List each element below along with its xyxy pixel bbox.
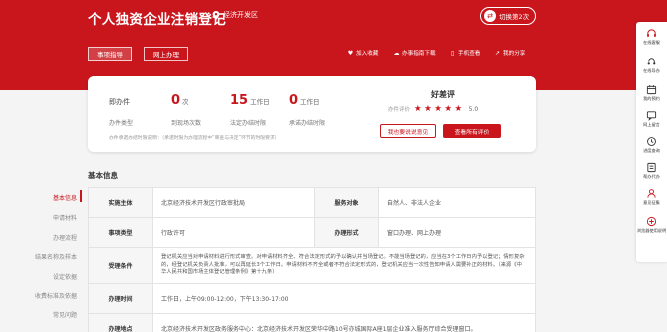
browser-icon xyxy=(646,216,657,227)
calendar-icon xyxy=(646,85,657,95)
float-item-guide[interactable]: 在线导办 xyxy=(636,56,667,73)
legal-limit-label: 法定办结时限 xyxy=(230,120,267,127)
legal-limit-number: 15 xyxy=(230,93,249,108)
tab-fees[interactable]: 收费标准及依据 xyxy=(35,291,77,300)
location-selector[interactable]: 经济开发区 xyxy=(212,10,258,20)
table-value: 北京经济技术开发区政务服务中心：北京经济技术开发区荣华中路10号亦城国际A座1层… xyxy=(152,313,536,332)
star-rating-icon: ★★★★★ xyxy=(414,104,465,114)
message-icon xyxy=(646,111,657,121)
section-title: 基本信息 xyxy=(88,171,118,180)
favorite-label: 加入收藏 xyxy=(356,51,379,57)
table-value: 工作日，上午09:00-12:00，下午13:30-17:00 xyxy=(152,283,536,314)
tab-result-sample[interactable]: 结果名称及样本 xyxy=(35,252,77,261)
view-evaluations-button[interactable]: 查看所有评价 xyxy=(443,124,501,138)
headset-icon xyxy=(647,29,656,37)
phone-icon: ▯ xyxy=(450,49,455,57)
evaluation-rating: 办件评价 ★★★★★ 5.0 xyxy=(388,104,478,114)
float-label: 浏览器使用说明 xyxy=(636,228,667,233)
visit-count-label: 到现场次数 xyxy=(171,120,202,127)
float-label: 网上留言 xyxy=(643,122,660,127)
table-row: 办理地点 北京经济技术开发区政务服务中心：北京经济技术开发区荣华中路10号亦城国… xyxy=(88,313,536,332)
tab-process[interactable]: 办理流程 xyxy=(53,233,77,242)
mobile-view-label: 手机查看 xyxy=(458,51,481,57)
table-value: 窗口办理、网上办理 xyxy=(378,217,536,248)
table-value: 北京经济技术开发区行政审批局 xyxy=(152,187,315,218)
summary-card: 即办件 办件类型 0 次 到现场次数 15 工作日 法定办结时限 0 工作日 承… xyxy=(88,76,536,152)
progress-icon xyxy=(647,137,656,146)
float-item-appointment[interactable]: 我的预约 xyxy=(636,84,667,101)
switch-label: 切换第2次 xyxy=(499,13,530,21)
tab-faq[interactable]: 常见问题 xyxy=(53,310,77,319)
download-guide-label: 办事指南下载 xyxy=(402,51,436,57)
table-key: 实施主体 xyxy=(88,187,153,218)
table-key: 服务对象 xyxy=(314,187,379,218)
side-tabs: 基本信息 申请材料 办理流程 结果名称及样本 设定依据 收费标准及依据 常见问题 xyxy=(0,187,82,327)
evaluation-score: 5.0 xyxy=(468,105,479,113)
table-key: 办理地点 xyxy=(88,313,153,332)
float-item-message[interactable]: 网上留言 xyxy=(636,110,667,127)
time-limit-note: 办件承诺办结时限说明：（承诺时限为办理流程中“审查与决定”环节的时限要求） xyxy=(109,136,280,141)
cloud-icon: ☁ xyxy=(393,49,400,57)
online-apply-button[interactable]: 网上办理 xyxy=(144,47,188,61)
table-key: 办理形式 xyxy=(314,217,379,248)
evaluation-label: 办件评价 xyxy=(388,107,411,113)
guide-icon xyxy=(647,58,656,65)
float-toolbar: 在线客服 在线导办 我的预约 网上留言 进度查询 帮办代办 意见征集 浏览器使用… xyxy=(636,22,667,262)
location-pin-icon xyxy=(212,10,220,20)
float-item-help[interactable]: 帮办代办 xyxy=(636,162,667,179)
float-label: 在线导办 xyxy=(643,68,660,73)
tab-materials[interactable]: 申请材料 xyxy=(53,213,77,222)
float-item-feedback[interactable]: 意见征集 xyxy=(636,188,667,205)
tab-basic-info[interactable]: 基本信息 xyxy=(53,193,77,202)
tab-legal-basis[interactable]: 设定依据 xyxy=(53,272,77,281)
promise-limit-label: 承诺办结时限 xyxy=(289,120,326,127)
float-item-customer-service[interactable]: 在线客服 xyxy=(636,28,667,45)
table-key: 事项类型 xyxy=(88,217,153,248)
evaluation-title: 好差评 xyxy=(431,90,455,99)
table-value: 行政许可 xyxy=(152,217,315,248)
float-label: 我的预约 xyxy=(643,96,660,101)
guide-button[interactable]: 事项指导 xyxy=(88,47,132,61)
float-label: 进度查询 xyxy=(643,148,660,153)
share-link[interactable]: ↗ 我的分享 xyxy=(494,49,526,58)
promise-limit-unit: 工作日 xyxy=(300,98,320,106)
table-row: 受理条件 登记机关应当对申请材料进行形式审查。对申请材料齐全、符合法定形式的予以… xyxy=(88,247,536,284)
float-item-progress[interactable]: 进度查询 xyxy=(636,136,667,153)
legal-limit-unit: 工作日 xyxy=(250,98,270,106)
promise-limit: 0 工作日 xyxy=(289,93,320,108)
table-row: 事项类型 行政许可 办理形式 窗口办理、网上办理 xyxy=(88,217,536,248)
float-label: 意见征集 xyxy=(643,200,660,205)
case-type-value: 即办件 xyxy=(109,98,130,106)
suggest-button[interactable]: 我也要说说意见 xyxy=(380,124,436,138)
table-row: 办理时间 工作日，上午09:00-12:00，下午13:30-17:00 xyxy=(88,283,536,314)
location-label: 经济开发区 xyxy=(223,11,258,19)
promise-limit-number: 0 xyxy=(289,93,299,108)
visit-count-number: 0 xyxy=(171,93,181,108)
table-key: 受理条件 xyxy=(88,247,153,284)
float-label: 帮办代办 xyxy=(643,174,660,179)
table-value: 登记机关应当对申请材料进行形式审查。对申请材料齐全、符合法定形式的予以确认并当场… xyxy=(152,247,536,284)
float-label: 在线客服 xyxy=(643,40,660,45)
case-type-label: 办件类型 xyxy=(109,120,134,127)
share-label: 我的分享 xyxy=(503,51,526,57)
download-guide-link[interactable]: ☁ 办事指南下载 xyxy=(393,49,436,58)
visit-count-unit: 次 xyxy=(182,98,189,106)
help-icon xyxy=(647,162,656,173)
feedback-icon xyxy=(647,189,656,198)
legal-limit: 15 工作日 xyxy=(230,93,270,108)
mobile-view-link[interactable]: ▯ 手机查看 xyxy=(449,49,481,58)
basic-info-table: 实施主体 北京经济技术开发区行政审批局 服务对象 自然人、非法人企业 事项类型 … xyxy=(88,187,536,332)
switch-icon: ⇄ xyxy=(484,10,496,22)
table-value: 自然人、非法人企业 xyxy=(378,187,536,218)
favorite-link[interactable]: ♥ 加入收藏 xyxy=(347,49,379,58)
table-row: 实施主体 北京经济技术开发区行政审批局 服务对象 自然人、非法人企业 xyxy=(88,187,536,218)
float-item-browser[interactable]: 浏览器使用说明 xyxy=(636,216,667,233)
heart-icon: ♥ xyxy=(347,49,354,57)
active-tab-indicator xyxy=(80,190,82,202)
switch-button[interactable]: ⇄ 切换第2次 xyxy=(480,7,536,25)
table-key: 办理时间 xyxy=(88,283,153,314)
share-icon: ↗ xyxy=(494,49,501,57)
visit-count: 0 次 xyxy=(171,93,189,108)
page-title: 个人独资企业注销登记 xyxy=(88,12,226,28)
